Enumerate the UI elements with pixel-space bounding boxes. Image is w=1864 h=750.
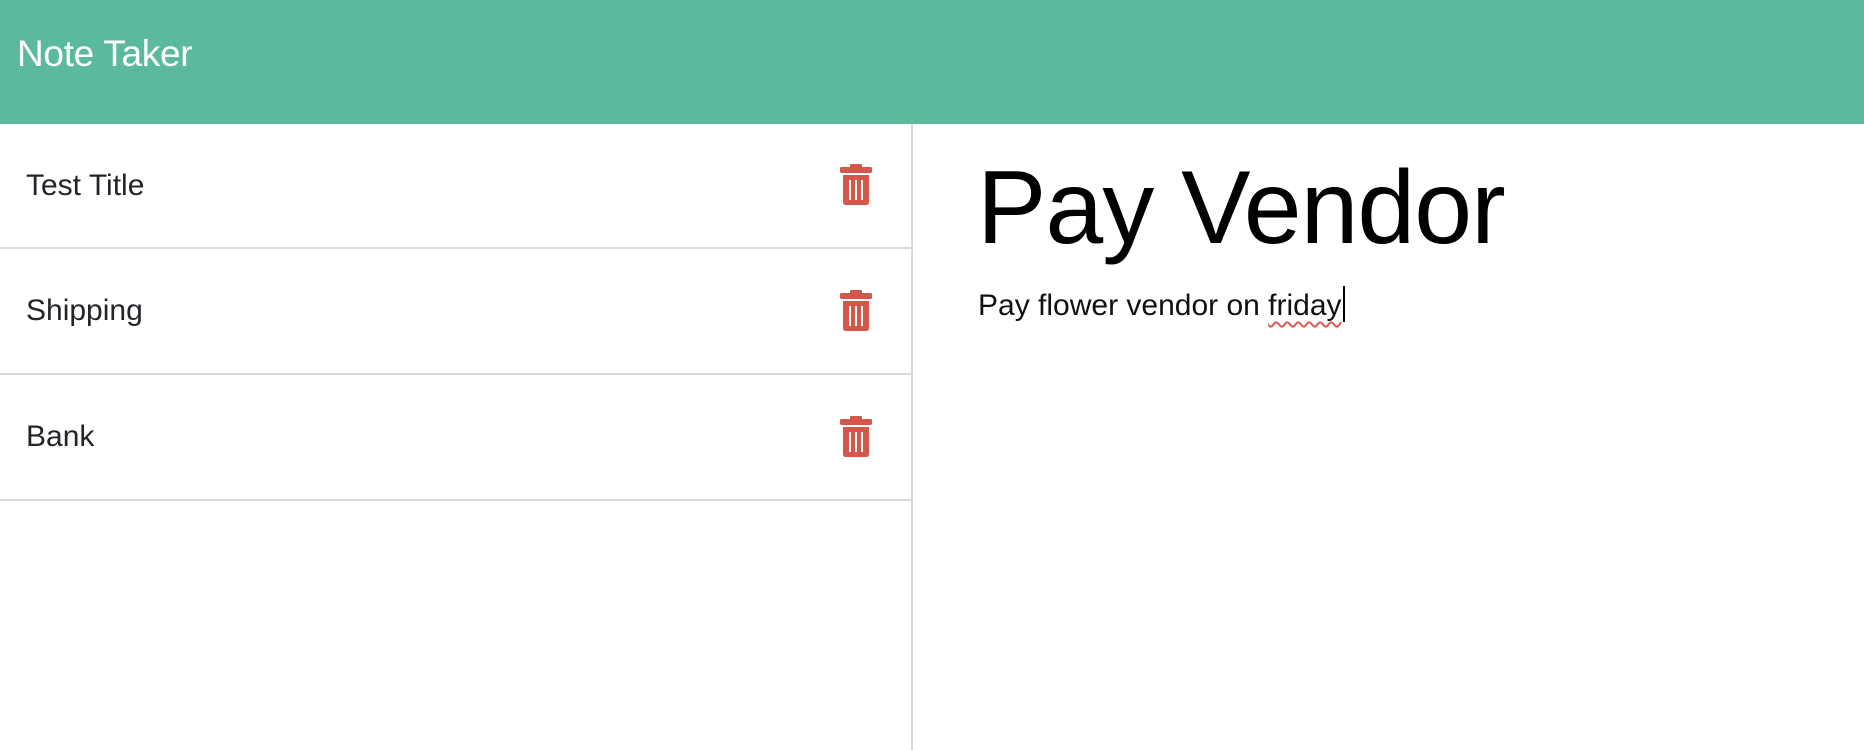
note-list: Test Title Shipping Bank <box>0 124 911 501</box>
note-list-panel: Test Title Shipping Bank <box>0 124 913 750</box>
trash-icon[interactable] <box>840 164 872 206</box>
list-item[interactable]: Shipping <box>0 249 911 375</box>
note-item-title: Shipping <box>26 294 143 327</box>
navbar: Note Taker <box>0 0 1864 124</box>
note-title-input[interactable]: Pay Vendor <box>977 148 1837 268</box>
list-item[interactable]: Bank <box>0 375 911 501</box>
note-body-text: Pay flower vendor on <box>978 289 1269 322</box>
note-item-title: Bank <box>26 420 95 453</box>
trash-icon[interactable] <box>840 416 872 458</box>
text-cursor <box>1342 286 1345 322</box>
misspelled-word: friday <box>1268 289 1342 322</box>
app-brand[interactable]: Note Taker <box>17 32 193 76</box>
note-item-title: Test Title <box>26 168 145 202</box>
list-item[interactable]: Test Title <box>0 124 911 249</box>
note-body-textarea[interactable]: Pay flower vendor on friday <box>978 286 1838 325</box>
note-editor: Pay Vendor Pay flower vendor on friday <box>913 124 1864 750</box>
trash-icon[interactable] <box>840 290 872 332</box>
